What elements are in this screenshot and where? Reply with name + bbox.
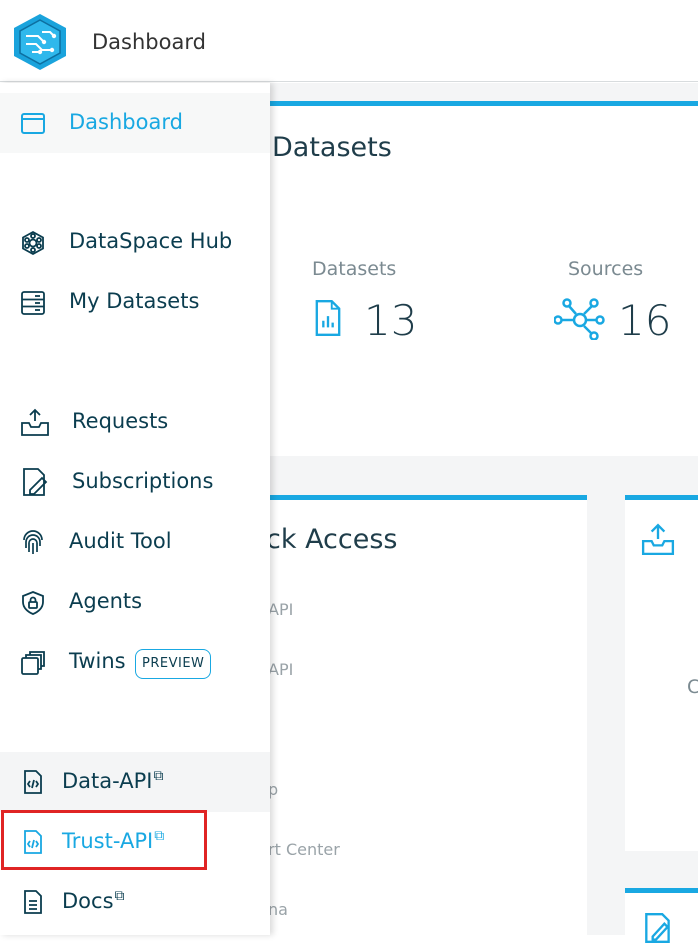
quick-access-link[interactable]: rt Center [268,840,340,859]
text-file-icon [24,890,42,914]
copy-icon [21,651,45,675]
sidebar-item-label: Data-API⧉ [62,768,164,793]
external-link-icon: ⧉ [114,888,125,904]
quick-access-link[interactable]: na [268,900,288,919]
requests-card-text: C [687,676,698,698]
network-nodes-icon [554,298,605,340]
preview-badge: PREVIEW [135,649,212,679]
quick-access-link[interactable]: API [268,660,293,679]
quick-access-link[interactable]: API [268,600,293,619]
document-edit-icon [645,913,670,943]
sidebar-item-requests[interactable]: Requests [0,393,270,453]
fingerprint-icon [23,530,43,554]
sidebar-item-label: Audit Tool [69,529,172,553]
shield-lock-icon [22,591,44,615]
datasets-stat-label: Datasets [312,258,397,280]
datasets-stat-value: 13 [364,296,418,345]
sources-stat-label: Sources [568,258,644,280]
sidebar-item-twins[interactable]: Twins PREVIEW [0,633,270,693]
code-file-icon [24,770,42,794]
sources-stat-value: 16 [618,296,672,345]
page-title: Dashboard [92,30,206,54]
sidebar-item-label: Dashboard [69,110,183,134]
sidebar-item-dataspace-hub[interactable]: DataSpace Hub [0,213,270,273]
subscriptions-card [625,888,698,948]
inbox-upload-icon [21,408,49,436]
inbox-upload-icon [641,523,675,556]
sidebar-item-subscriptions[interactable]: Subscriptions [0,453,270,513]
sidebar-item-label: DataSpace Hub [69,229,233,253]
sidebar-item-agents[interactable]: Agents [0,573,270,633]
hub-icon [22,230,44,256]
top-bar: Dashboard [0,0,698,82]
sidebar-item-label: Subscriptions [72,469,214,493]
sidebar-item-label: Twins [69,649,126,673]
sidebar-item-audit-tool[interactable]: Audit Tool [0,513,270,573]
server-icon [21,291,45,315]
sidebar-item-dashboard[interactable]: Dashboard [0,93,270,153]
report-file-icon [315,300,341,336]
window-icon [21,113,45,134]
sidebar-item-docs[interactable]: Docs⧉ [0,872,270,932]
sidebar-item-label: Agents [69,589,143,613]
sidebar-item-data-api[interactable]: Data-API⧉ [0,752,270,812]
app-logo-icon[interactable] [12,12,68,72]
sidebar: Dashboard DataSpace Hub My Datasets Requ… [0,83,270,935]
sidebar-item-label: Docs⧉ [62,888,125,913]
highlight-box [1,810,207,870]
document-edit-icon [23,468,48,496]
external-link-icon: ⧉ [153,768,164,784]
quick-access-title: ck Access [266,524,398,555]
requests-card: C [625,495,698,851]
datasets-card-title: Datasets [272,132,392,163]
sidebar-item-label: Requests [72,409,169,433]
sidebar-item-my-datasets[interactable]: My Datasets [0,273,270,333]
sidebar-item-label: My Datasets [69,289,200,313]
